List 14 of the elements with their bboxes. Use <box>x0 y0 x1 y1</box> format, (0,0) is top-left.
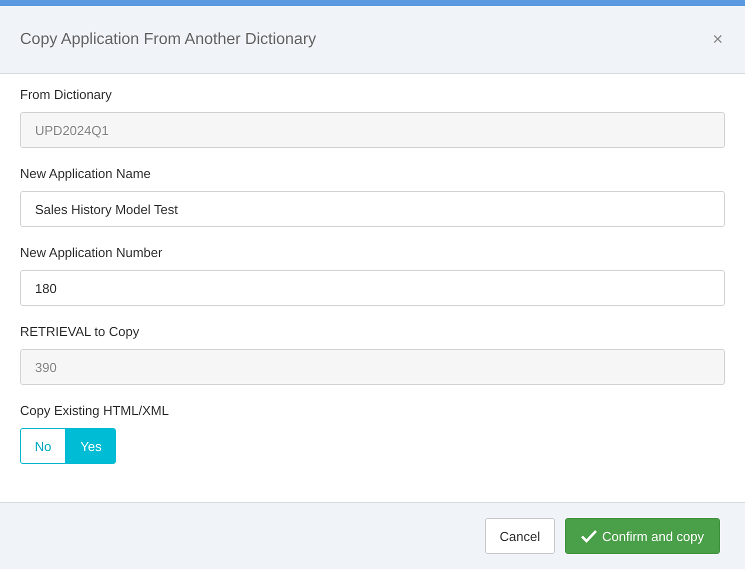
confirm-button[interactable]: Confirm and copy <box>565 518 720 554</box>
cancel-button[interactable]: Cancel <box>484 518 556 554</box>
close-button[interactable]: × <box>710 29 725 50</box>
field-label: Copy Existing HTML/XML <box>20 403 170 418</box>
dialog-title: Copy Application From Another Dictionary <box>20 30 316 48</box>
field-label: RETRIEVAL to Copy <box>20 324 140 339</box>
field-label: New Application Name <box>20 166 152 181</box>
text-field[interactable]: 180 <box>20 270 725 306</box>
toggle-option[interactable]: Yes <box>66 428 116 464</box>
checkmark-icon <box>581 529 598 543</box>
field-label: From Dictionary <box>20 87 113 102</box>
field-label: New Application Number <box>20 245 164 260</box>
text-field[interactable]: Sales History Model Test <box>20 191 725 227</box>
toggle-option[interactable]: No <box>20 428 66 464</box>
